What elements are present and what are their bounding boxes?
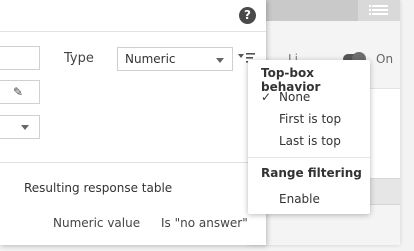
help-icon[interactable]: ? (239, 7, 256, 24)
filter-dropdown-menu: Top-box behavior ✓ None First is top Las… (248, 60, 370, 214)
type-select-value: Numeric (125, 52, 176, 66)
menu-item-label: None (279, 90, 311, 104)
resulting-table-title: Resulting response table (24, 181, 173, 195)
toggle-state-text: On (376, 52, 394, 66)
column-header-no-answer: Is "no answer" (161, 216, 248, 230)
menu-line (372, 13, 388, 15)
menu-dot (369, 9, 371, 11)
column-header-numeric: Numeric value (53, 216, 141, 230)
menu-item-last-is-top[interactable]: Last is top (248, 132, 370, 152)
name-input[interactable] (0, 46, 40, 70)
background-header (248, 0, 400, 21)
menu-dot (369, 13, 371, 15)
edit-field[interactable]: ✎ (0, 80, 40, 104)
menu-line (372, 5, 388, 7)
pencil-icon[interactable]: ✎ (13, 85, 23, 99)
section-divider (0, 162, 266, 163)
question-settings-dialog: ? ✎ Type Numeric Resulting response tabl… (0, 0, 266, 245)
menu-item-label: Last is top (279, 134, 341, 148)
chevron-down-icon (21, 125, 29, 130)
menu-separator (248, 157, 370, 158)
menu-item-label: First is top (279, 112, 342, 126)
header-divider (0, 31, 266, 32)
menu-dot (369, 5, 371, 7)
menu-line (372, 9, 388, 11)
screen: Li... On ? ✎ Type Numeric Resulting resp… (0, 0, 414, 251)
menu-item-first-is-top[interactable]: First is top (248, 110, 370, 130)
hamburger-menu-icon[interactable] (358, 0, 400, 21)
type-label: Type (64, 51, 94, 66)
menu-section-range: Range filtering (261, 166, 362, 180)
secondary-select[interactable] (0, 115, 40, 139)
chevron-down-icon (216, 58, 224, 63)
menu-item-enable-range[interactable]: Enable (248, 190, 370, 210)
menu-item-label: Enable (279, 192, 320, 206)
check-icon: ✓ (261, 90, 272, 104)
menu-item-none[interactable]: ✓ None (248, 88, 370, 108)
type-select[interactable]: Numeric (117, 47, 233, 71)
